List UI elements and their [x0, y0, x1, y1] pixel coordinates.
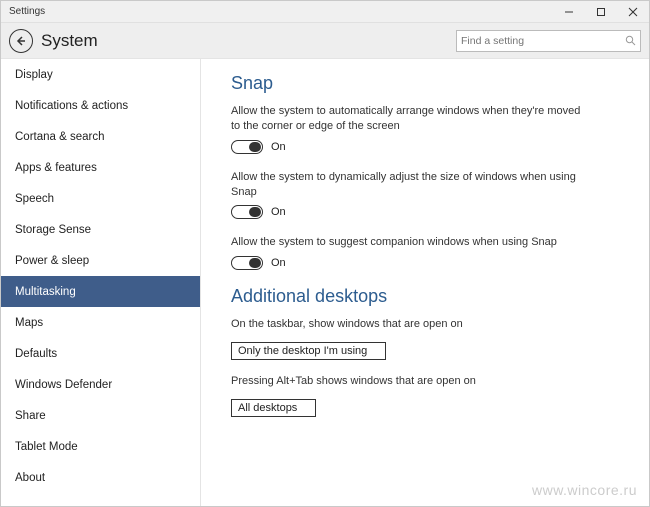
- content: Snap Allow the system to automatically a…: [201, 59, 649, 506]
- sidebar-item-share[interactable]: Share: [1, 400, 200, 431]
- settings-window: Settings System Display Notificatio: [0, 0, 650, 507]
- toggle-knob: [249, 258, 261, 268]
- sidebar-item-defaults[interactable]: Defaults: [1, 338, 200, 369]
- sidebar-item-multitasking[interactable]: Multitasking: [1, 276, 200, 307]
- sidebar-item-label: Display: [15, 69, 53, 81]
- toggle-knob: [249, 142, 261, 152]
- snap-opt2-state: On: [271, 206, 286, 218]
- sidebar-item-defender[interactable]: Windows Defender: [1, 369, 200, 400]
- snap-opt1-toggle-row: On: [231, 140, 629, 154]
- desktops-opt2-dropdown[interactable]: All desktops: [231, 399, 316, 417]
- sidebar-item-label: Storage Sense: [15, 224, 91, 236]
- sidebar-item-label: Cortana & search: [15, 131, 105, 143]
- snap-opt2-desc: Allow the system to dynamically adjust t…: [231, 170, 581, 200]
- sidebar-item-label: About: [15, 472, 45, 484]
- sidebar-item-display[interactable]: Display: [1, 59, 200, 90]
- sidebar-item-label: Windows Defender: [15, 379, 112, 391]
- sidebar-item-label: Defaults: [15, 348, 57, 360]
- close-button[interactable]: [617, 1, 649, 23]
- snap-opt3-state: On: [271, 257, 286, 269]
- snap-opt3-desc: Allow the system to suggest companion wi…: [231, 235, 581, 250]
- snap-opt2-toggle-row: On: [231, 205, 629, 219]
- snap-heading: Snap: [231, 73, 629, 94]
- dropdown-value: All desktops: [238, 402, 297, 414]
- search-icon: [624, 35, 636, 46]
- window-title: Settings: [1, 6, 45, 17]
- sidebar-item-speech[interactable]: Speech: [1, 183, 200, 214]
- snap-opt3-toggle-row: On: [231, 256, 629, 270]
- desktops-heading: Additional desktops: [231, 286, 629, 307]
- snap-opt2-toggle[interactable]: [231, 205, 263, 219]
- desktops-opt1-dropdown[interactable]: Only the desktop I'm using: [231, 342, 386, 360]
- search-box[interactable]: [456, 30, 641, 52]
- minimize-button[interactable]: [553, 1, 585, 23]
- sidebar-item-power[interactable]: Power & sleep: [1, 245, 200, 276]
- dropdown-value: Only the desktop I'm using: [238, 345, 367, 357]
- search-input[interactable]: [461, 35, 624, 47]
- titlebar: Settings: [1, 1, 649, 23]
- sidebar-item-maps[interactable]: Maps: [1, 307, 200, 338]
- toggle-knob: [249, 207, 261, 217]
- maximize-button[interactable]: [585, 1, 617, 23]
- watermark: www.wincore.ru: [532, 482, 637, 498]
- snap-opt1-state: On: [271, 141, 286, 153]
- back-button[interactable]: [9, 29, 33, 53]
- sidebar-item-about[interactable]: About: [1, 462, 200, 493]
- sidebar-item-label: Speech: [15, 193, 54, 205]
- page-title: System: [41, 31, 98, 51]
- sidebar: Display Notifications & actions Cortana …: [1, 59, 201, 506]
- sidebar-item-label: Tablet Mode: [15, 441, 78, 453]
- body: Display Notifications & actions Cortana …: [1, 59, 649, 506]
- sidebar-item-cortana[interactable]: Cortana & search: [1, 121, 200, 152]
- sidebar-item-storage[interactable]: Storage Sense: [1, 214, 200, 245]
- sidebar-item-label: Power & sleep: [15, 255, 89, 267]
- snap-opt1-desc: Allow the system to automatically arrang…: [231, 104, 581, 134]
- desktops-opt2-desc: Pressing Alt+Tab shows windows that are …: [231, 374, 581, 389]
- snap-opt1-toggle[interactable]: [231, 140, 263, 154]
- sidebar-item-label: Notifications & actions: [15, 100, 128, 112]
- sidebar-item-tablet[interactable]: Tablet Mode: [1, 431, 200, 462]
- sidebar-item-label: Multitasking: [15, 286, 76, 298]
- sidebar-item-label: Maps: [15, 317, 43, 329]
- sidebar-item-label: Share: [15, 410, 46, 422]
- sidebar-item-apps[interactable]: Apps & features: [1, 152, 200, 183]
- snap-opt3-toggle[interactable]: [231, 256, 263, 270]
- sidebar-item-label: Apps & features: [15, 162, 97, 174]
- desktops-opt1-desc: On the taskbar, show windows that are op…: [231, 317, 581, 332]
- header: System: [1, 23, 649, 59]
- sidebar-item-notifications[interactable]: Notifications & actions: [1, 90, 200, 121]
